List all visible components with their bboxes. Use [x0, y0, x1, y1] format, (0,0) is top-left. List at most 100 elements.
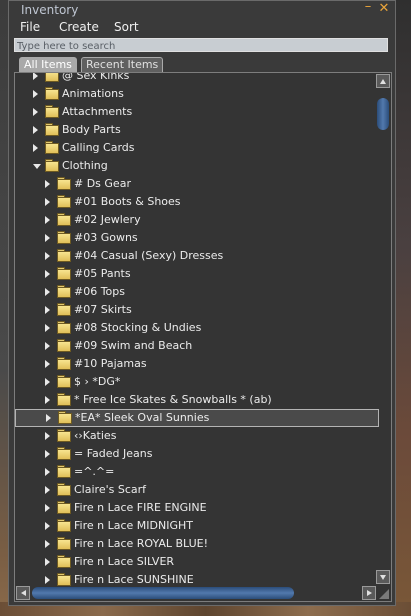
- tree-row-label: #03 Gowns: [74, 231, 138, 244]
- tree-row[interactable]: Claire's Scarf: [15, 481, 379, 499]
- menu-bar: File Create Sort: [9, 19, 395, 37]
- collapse-arrow-icon[interactable]: [33, 164, 41, 169]
- expand-arrow-icon[interactable]: [45, 270, 50, 278]
- vertical-scrollbar[interactable]: [376, 74, 390, 584]
- tree-row[interactable]: # Ds Gear: [15, 175, 379, 193]
- tree-rows: @ Sex Kinks Animations Attachments Body Par…: [15, 73, 379, 589]
- expand-arrow-icon[interactable]: [45, 252, 50, 260]
- tree-row[interactable]: Body Parts: [15, 121, 379, 139]
- tree-row[interactable]: #08 Stocking & Undies: [15, 319, 379, 337]
- expand-arrow-icon[interactable]: [45, 450, 50, 458]
- folder-icon: [57, 177, 71, 190]
- expand-arrow-icon[interactable]: [45, 504, 50, 512]
- tree-row[interactable]: Clothing: [15, 157, 379, 175]
- expand-arrow-icon[interactable]: [45, 432, 50, 440]
- tree-row[interactable]: *EA* Sleek Oval Sunnies: [15, 409, 379, 427]
- tree-row[interactable]: Animations: [15, 85, 379, 103]
- menu-file[interactable]: File: [20, 20, 40, 34]
- expand-arrow-icon[interactable]: [45, 522, 50, 530]
- expand-arrow-icon[interactable]: [45, 468, 50, 476]
- tree-row[interactable]: #09 Swim and Beach: [15, 337, 379, 355]
- folder-icon: [57, 249, 71, 262]
- inventory-tree: @ Sex Kinks Animations Attachments Body Par…: [14, 72, 392, 602]
- expand-arrow-icon[interactable]: [45, 234, 50, 242]
- tree-row[interactable]: Calling Cards: [15, 139, 379, 157]
- folder-icon: [57, 555, 71, 568]
- tree-row[interactable]: #05 Pants: [15, 265, 379, 283]
- scroll-right-icon[interactable]: [362, 586, 376, 600]
- expand-arrow-icon[interactable]: [45, 324, 50, 332]
- menu-sort[interactable]: Sort: [114, 20, 139, 34]
- tree-row-label: = Faded Jeans: [74, 447, 153, 460]
- folder-icon: [57, 393, 71, 406]
- horizontal-scroll-thumb[interactable]: [32, 587, 294, 599]
- tree-row[interactable]: * Free Ice Skates & Snowballs * (ab): [15, 391, 379, 409]
- menu-create[interactable]: Create: [59, 20, 99, 34]
- tree-row[interactable]: #01 Boots & Shoes: [15, 193, 379, 211]
- tree-row-label: #09 Swim and Beach: [74, 339, 193, 352]
- folder-icon: [57, 375, 71, 388]
- scroll-up-icon[interactable]: [376, 74, 390, 88]
- folder-icon: [58, 411, 72, 424]
- tree-row[interactable]: =^.^=: [15, 463, 379, 481]
- expand-arrow-icon[interactable]: [33, 73, 38, 80]
- expand-arrow-icon[interactable]: [45, 198, 50, 206]
- minimize-button[interactable]: –: [361, 0, 375, 14]
- tab-all-items[interactable]: All Items: [19, 57, 77, 72]
- tree-row[interactable]: #04 Casual (Sexy) Dresses: [15, 247, 379, 265]
- expand-arrow-icon[interactable]: [33, 144, 38, 152]
- scroll-down-icon[interactable]: [376, 570, 390, 584]
- tree-row[interactable]: @ Sex Kinks: [15, 73, 379, 85]
- expand-arrow-icon[interactable]: [45, 378, 50, 386]
- window-title: Inventory: [21, 3, 79, 17]
- expand-arrow-icon[interactable]: [45, 180, 50, 188]
- tab-recent-items[interactable]: Recent Items: [81, 57, 164, 72]
- tree-row-label: *EA* Sleek Oval Sunnies: [75, 411, 210, 424]
- folder-icon: [45, 73, 59, 82]
- tree-row[interactable]: #03 Gowns: [15, 229, 379, 247]
- clothing-folder-icon: [45, 159, 59, 172]
- title-bar[interactable]: Inventory – ✕: [9, 0, 395, 19]
- expand-arrow-icon[interactable]: [33, 90, 38, 98]
- expand-arrow-icon[interactable]: [45, 540, 50, 548]
- close-button[interactable]: ✕: [377, 2, 391, 16]
- tree-row[interactable]: ‹›Katies: [15, 427, 379, 445]
- tree-row-label: Fire n Lace FIRE ENGINE: [74, 501, 207, 514]
- tree-row[interactable]: Fire n Lace SILVER: [15, 553, 379, 571]
- tree-row-label: Attachments: [62, 105, 133, 118]
- horizontal-scrollbar[interactable]: [16, 586, 376, 600]
- expand-arrow-icon[interactable]: [45, 486, 50, 494]
- expand-arrow-icon[interactable]: [45, 558, 50, 566]
- scroll-left-icon[interactable]: [16, 586, 30, 600]
- tree-row[interactable]: #10 Pajamas: [15, 355, 379, 373]
- expand-arrow-icon[interactable]: [45, 216, 50, 224]
- tree-row[interactable]: #02 Jewlery: [15, 211, 379, 229]
- expand-arrow-icon[interactable]: [45, 576, 50, 584]
- tree-row[interactable]: #07 Skirts: [15, 301, 379, 319]
- expand-arrow-icon[interactable]: [33, 108, 38, 116]
- expand-arrow-icon[interactable]: [46, 414, 51, 422]
- folder-icon: [57, 321, 71, 334]
- expand-arrow-icon[interactable]: [45, 306, 50, 314]
- tree-row[interactable]: Fire n Lace FIRE ENGINE: [15, 499, 379, 517]
- tree-row[interactable]: Fire n Lace MIDNIGHT: [15, 517, 379, 535]
- tree-row-label: #02 Jewlery: [74, 213, 141, 226]
- tree-row[interactable]: #06 Tops: [15, 283, 379, 301]
- expand-arrow-icon[interactable]: [45, 360, 50, 368]
- resize-grip-icon[interactable]: [378, 588, 390, 600]
- expand-arrow-icon[interactable]: [45, 288, 50, 296]
- folder-icon: [57, 447, 71, 460]
- tree-row[interactable]: Fire n Lace ROYAL BLUE!: [15, 535, 379, 553]
- tree-row[interactable]: Attachments: [15, 103, 379, 121]
- expand-arrow-icon[interactable]: [33, 126, 38, 134]
- expand-arrow-icon[interactable]: [45, 342, 50, 350]
- expand-arrow-icon[interactable]: [45, 396, 50, 404]
- search-box: [14, 38, 391, 53]
- search-input[interactable]: [15, 40, 391, 53]
- bodyparts-folder-icon: [45, 123, 59, 136]
- tree-row[interactable]: $ › *DG*: [15, 373, 379, 391]
- tree-row[interactable]: = Faded Jeans: [15, 445, 379, 463]
- folder-icon: [57, 501, 71, 514]
- vertical-scroll-thumb[interactable]: [377, 98, 389, 130]
- tree-row-label: #08 Stocking & Undies: [74, 321, 202, 334]
